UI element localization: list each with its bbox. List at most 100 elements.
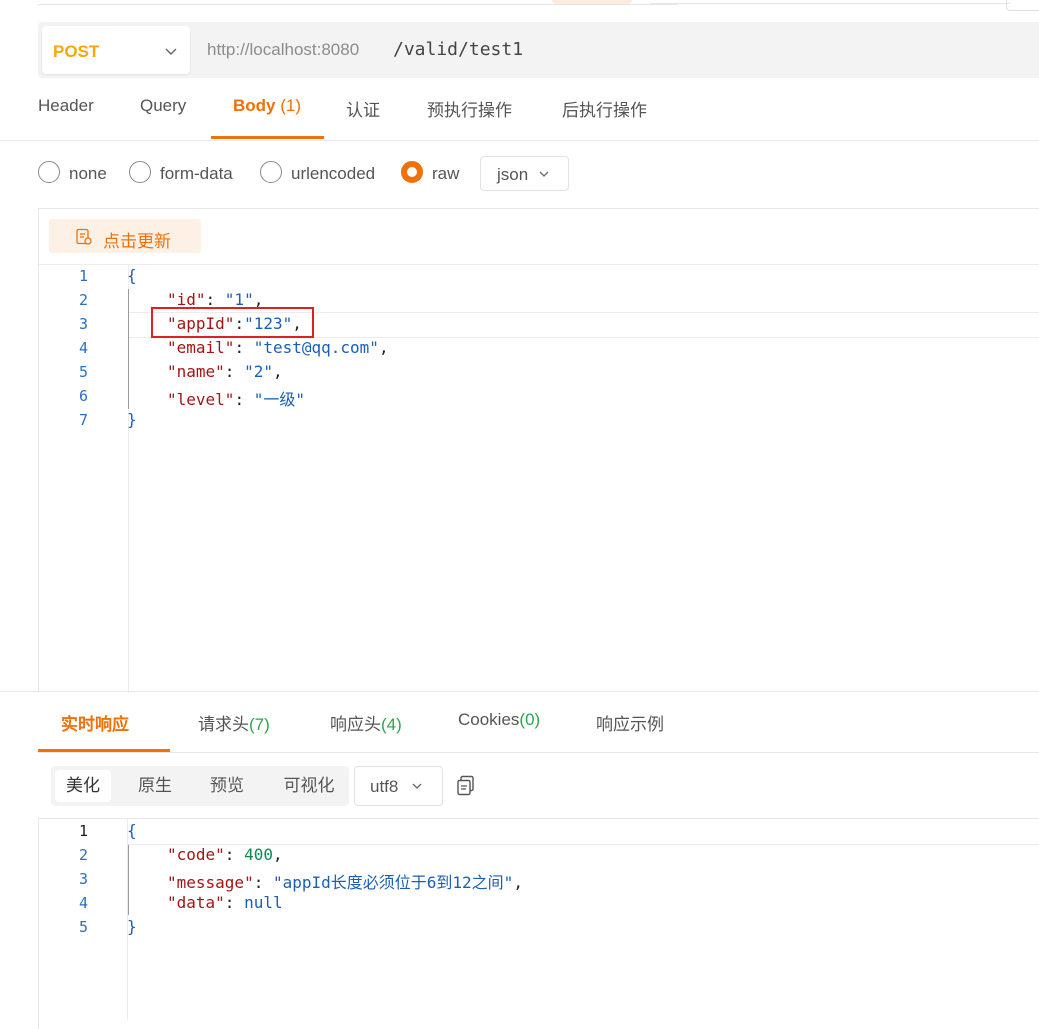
line-number: 2 bbox=[78, 291, 88, 309]
response-tabs-divider bbox=[38, 752, 1039, 753]
json-key: "name" bbox=[167, 362, 225, 381]
tab-body-count: (1) bbox=[280, 96, 302, 115]
method-select[interactable]: POST bbox=[42, 26, 190, 74]
tab-strip-accent bbox=[552, 0, 632, 4]
radio-none[interactable] bbox=[38, 161, 60, 183]
tab-post-script[interactable]: 后执行操作 bbox=[562, 96, 647, 121]
code-line: "level": "一级" bbox=[167, 386, 305, 410]
view-mode-preview[interactable]: 预览 bbox=[199, 770, 255, 802]
radio-none-label[interactable]: none bbox=[69, 164, 107, 184]
tab-auth[interactable]: 认证 bbox=[346, 96, 380, 121]
copy-icon[interactable] bbox=[456, 775, 476, 797]
json-comma: , bbox=[513, 873, 523, 892]
tab-strip-edge-right bbox=[650, 0, 1010, 4]
line-number: 1 bbox=[78, 267, 88, 285]
current-line-highlight bbox=[128, 820, 1039, 845]
tab-request-headers[interactable]: 请求头(7) bbox=[198, 710, 270, 735]
url-bar: POST http://localhost:8080 /valid/test1 bbox=[38, 22, 1039, 78]
json-comma: , bbox=[378, 338, 389, 357]
line-number: 7 bbox=[78, 411, 88, 429]
code-line: "data": null bbox=[167, 893, 283, 912]
json-comma: , bbox=[272, 845, 283, 864]
path-input[interactable]: /valid/test1 bbox=[393, 39, 523, 60]
base-url[interactable]: http://localhost:8080 bbox=[207, 40, 359, 60]
tab-realtime-response[interactable]: 实时响应 bbox=[61, 710, 129, 735]
chevron-down-icon bbox=[412, 783, 422, 789]
tab-cookies[interactable]: Cookies(0) bbox=[458, 710, 540, 730]
radio-form-data-label[interactable]: form-data bbox=[160, 164, 233, 184]
radio-raw[interactable] bbox=[401, 161, 423, 183]
line-number: 3 bbox=[78, 870, 88, 888]
radio-urlencoded-label[interactable]: urlencoded bbox=[291, 164, 375, 184]
open-brace: { bbox=[127, 821, 137, 840]
line-number: 2 bbox=[78, 846, 88, 864]
json-comma: , bbox=[272, 362, 283, 381]
body-type-radios: none form-data urlencoded raw json bbox=[38, 156, 598, 192]
format-select[interactable]: json bbox=[480, 156, 569, 191]
json-value: "appId长度必须位于6到12之间" bbox=[272, 873, 514, 892]
tab-body-label: Body bbox=[233, 96, 276, 115]
tab-response-examples[interactable]: 响应示例 bbox=[596, 710, 664, 735]
code-line: "code": 400, bbox=[167, 845, 283, 864]
highlight-annotation-box bbox=[151, 307, 314, 338]
code-line: "email": "test@qq.com", bbox=[167, 338, 389, 357]
editor-header-divider bbox=[39, 264, 1039, 265]
radio-form-data[interactable] bbox=[129, 161, 151, 183]
refresh-label: 点击更新 bbox=[103, 232, 171, 251]
line-number: 4 bbox=[78, 894, 88, 912]
line-number: 5 bbox=[78, 918, 88, 936]
json-key: "email" bbox=[167, 338, 235, 357]
method-label: POST bbox=[53, 42, 100, 61]
request-body-editor[interactable]: 点击更新 bbox=[38, 208, 1039, 693]
json-sep: : bbox=[224, 893, 245, 912]
encoding-select[interactable]: utf8 bbox=[354, 766, 443, 806]
active-tab-underline bbox=[211, 136, 324, 139]
view-mode-raw[interactable]: 原生 bbox=[127, 770, 183, 802]
json-key: "code" bbox=[167, 845, 225, 864]
top-strip bbox=[0, 0, 1039, 14]
indent-guide bbox=[128, 289, 129, 409]
json-sep: : bbox=[234, 390, 254, 409]
tab-body[interactable]: Body (1) bbox=[233, 96, 301, 116]
window-corner bbox=[1006, 0, 1039, 11]
tab-response-headers-count: (4) bbox=[381, 715, 402, 734]
refresh-button[interactable]: 点击更新 bbox=[49, 219, 201, 253]
json-sep: : bbox=[253, 873, 273, 892]
format-value: json bbox=[497, 165, 529, 184]
view-mode-visualize[interactable]: 可视化 bbox=[273, 770, 345, 802]
response-divider bbox=[0, 691, 1039, 692]
radio-urlencoded[interactable] bbox=[260, 161, 282, 183]
view-mode-pretty[interactable]: 美化 bbox=[55, 770, 111, 802]
indent-guide bbox=[128, 845, 129, 915]
chevron-down-icon bbox=[539, 171, 549, 177]
open-brace: { bbox=[127, 266, 137, 285]
tab-cookies-label: Cookies bbox=[458, 710, 520, 729]
json-key: "message" bbox=[167, 873, 254, 892]
tab-pre-script[interactable]: 预执行操作 bbox=[427, 96, 512, 121]
tab-request-headers-count: (7) bbox=[249, 715, 270, 734]
tab-request-headers-label: 请求头 bbox=[198, 715, 249, 734]
json-value: "test@qq.com" bbox=[253, 338, 379, 357]
line-number: 4 bbox=[78, 339, 88, 357]
refresh-document-icon bbox=[76, 228, 92, 245]
tab-response-headers-label: 响应头 bbox=[330, 715, 381, 734]
json-sep: : bbox=[234, 338, 254, 357]
close-brace: } bbox=[127, 917, 137, 936]
code-line: "message": "appId长度必须位于6到12之间", bbox=[167, 869, 523, 893]
request-tabs: Header Query Body (1) 认证 预执行操作 后执行操作 bbox=[0, 90, 1039, 141]
line-number: 6 bbox=[78, 387, 88, 405]
json-key: "data" bbox=[167, 893, 225, 912]
json-value: "一级" bbox=[253, 390, 305, 409]
close-brace: } bbox=[127, 410, 137, 429]
line-number: 3 bbox=[78, 315, 88, 333]
json-sep: : bbox=[224, 362, 245, 381]
chevron-down-icon bbox=[165, 48, 177, 55]
tab-header[interactable]: Header bbox=[38, 96, 94, 116]
line-number: 1 bbox=[78, 822, 88, 840]
encoding-value: utf8 bbox=[370, 777, 399, 796]
tab-query[interactable]: Query bbox=[140, 96, 186, 116]
json-sep: : bbox=[224, 845, 245, 864]
radio-raw-label[interactable]: raw bbox=[432, 164, 459, 184]
json-key: "level" bbox=[167, 390, 235, 409]
tab-response-headers[interactable]: 响应头(4) bbox=[330, 710, 402, 735]
